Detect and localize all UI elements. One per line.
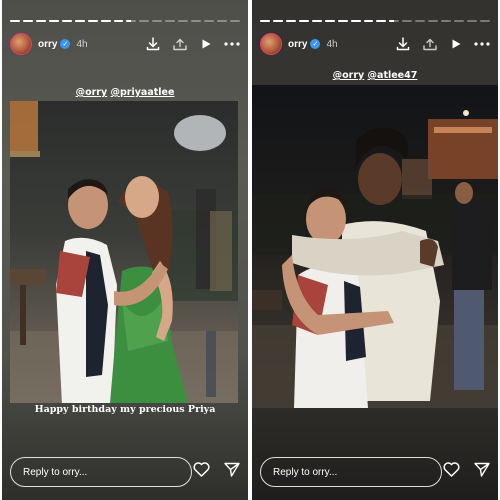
- progress-segment: [260, 20, 270, 22]
- progress-segment: [126, 20, 137, 22]
- progress-segment: [285, 20, 296, 22]
- mention-tag[interactable]: @orry: [333, 70, 365, 81]
- more-icon[interactable]: [474, 42, 490, 46]
- story-photo-image: [252, 110, 498, 408]
- send-icon[interactable]: [474, 462, 490, 482]
- username[interactable]: orry: [38, 39, 57, 50]
- progress-segment: [402, 20, 413, 22]
- reply-placeholder: Reply to orry...: [23, 466, 88, 478]
- progress-segment: [35, 20, 46, 22]
- progress-segment: [479, 20, 490, 22]
- avatar[interactable]: [260, 33, 282, 55]
- progress-segment: [350, 20, 361, 22]
- heart-icon[interactable]: [193, 462, 210, 482]
- progress-segment: [324, 20, 335, 22]
- progress-segment: [61, 20, 72, 22]
- download-icon[interactable]: [146, 37, 160, 51]
- progress-segment: [10, 20, 20, 22]
- progress-segment: [74, 20, 85, 22]
- story-header: orry ✓ 4h: [252, 30, 498, 58]
- progress-segment: [165, 20, 176, 22]
- play-icon[interactable]: [450, 38, 462, 50]
- verified-badge-icon: ✓: [310, 39, 321, 49]
- progress-segment: [311, 20, 322, 22]
- progress-segment: [298, 20, 309, 22]
- progress-segment: [454, 20, 464, 22]
- mention-tag[interactable]: @atlee47: [368, 70, 418, 81]
- story-caption: Happy birthday my precious Priya: [34, 404, 216, 415]
- story-panel-left[interactable]: orry ✓ 4h @orry @priyaatlee Happy birthd…: [2, 0, 248, 500]
- story-panel-right[interactable]: orry ✓ 4h @orry @atlee47 Reply to orry..…: [252, 0, 498, 500]
- reply-placeholder: Reply to orry...: [273, 466, 338, 478]
- story-photo[interactable]: [10, 101, 238, 403]
- download-icon[interactable]: [396, 37, 410, 51]
- verified-badge-icon: ✓: [60, 39, 71, 49]
- progress-segment: [87, 20, 98, 22]
- story-header: orry ✓ 4h: [2, 30, 248, 58]
- progress-segment: [152, 20, 163, 22]
- play-icon[interactable]: [200, 38, 212, 50]
- mention-tag[interactable]: @orry: [76, 87, 108, 98]
- progress-segment: [389, 20, 400, 22]
- progress-segment: [376, 20, 387, 22]
- mention-tag[interactable]: @priyaatlee: [110, 87, 174, 98]
- story-photo-image: [10, 101, 238, 403]
- progress-segment: [441, 20, 452, 22]
- progress-segment: [204, 20, 214, 22]
- progress-segment: [467, 20, 477, 22]
- progress-segment: [415, 20, 426, 22]
- progress-segment: [217, 20, 227, 22]
- story-photo[interactable]: [252, 85, 498, 408]
- progress-segment: [229, 20, 240, 22]
- timestamp: 4h: [76, 38, 88, 50]
- mention-tags: @orry @priyaatlee: [2, 87, 248, 98]
- progress-segment: [48, 20, 59, 22]
- progress-segment: [22, 20, 33, 22]
- collab-icon[interactable]: [172, 37, 188, 51]
- avatar[interactable]: [10, 33, 32, 55]
- progress-segment: [337, 20, 348, 22]
- story-progress: [260, 20, 490, 22]
- reply-input[interactable]: Reply to orry...: [10, 457, 192, 487]
- progress-segment: [428, 20, 439, 22]
- timestamp: 4h: [326, 38, 338, 50]
- heart-icon[interactable]: [443, 462, 460, 482]
- progress-segment: [363, 20, 374, 22]
- progress-segment: [191, 20, 202, 22]
- progress-segment: [100, 20, 111, 22]
- progress-segment: [178, 20, 189, 22]
- mention-tags: @orry @atlee47: [252, 70, 498, 81]
- username[interactable]: orry: [288, 39, 307, 50]
- story-progress: [10, 20, 240, 22]
- reply-input[interactable]: Reply to orry...: [260, 457, 442, 487]
- progress-segment: [113, 20, 124, 22]
- progress-segment: [139, 20, 150, 22]
- more-icon[interactable]: [224, 42, 240, 46]
- progress-segment: [272, 20, 283, 22]
- collab-icon[interactable]: [422, 37, 438, 51]
- send-icon[interactable]: [224, 462, 240, 482]
